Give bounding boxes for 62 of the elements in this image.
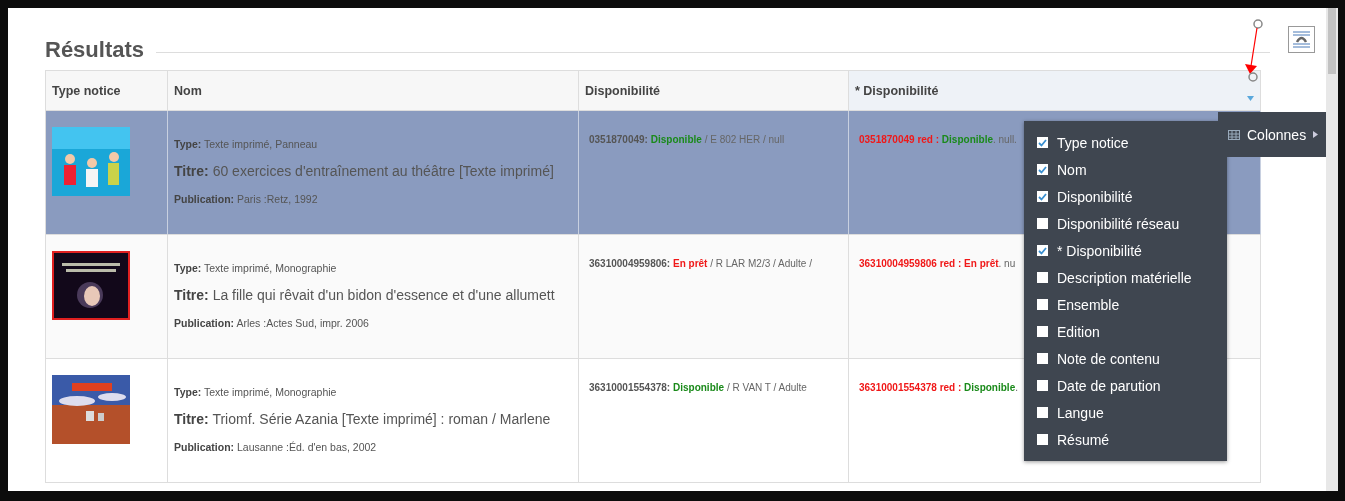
column-header[interactable]: Type notice — [46, 71, 168, 111]
column-option-label: Description matérielle — [1057, 269, 1192, 286]
annotation-arrow-drawing — [1243, 19, 1263, 82]
scrollbar[interactable] — [1326, 8, 1338, 491]
column-header[interactable]: Nom — [168, 71, 579, 111]
checkbox[interactable] — [1037, 326, 1048, 337]
results-heading: Résultats — [45, 37, 145, 63]
text-wrap-icon[interactable] — [1288, 26, 1315, 53]
availability-text: 36310001554378 red : Disponible. — [859, 382, 1018, 393]
checkbox[interactable] — [1037, 407, 1048, 418]
column-option[interactable]: Nom — [1024, 156, 1087, 183]
column-header[interactable]: * Disponibilité — [849, 71, 1261, 111]
title-line: Titre: La fille qui rêvait d'un bidon d'essence et d'une allumett — [174, 287, 556, 303]
column-option[interactable]: Disponibilité réseau — [1024, 210, 1180, 237]
column-option[interactable]: Type notice — [1024, 129, 1129, 156]
availability-text: 36310004959806: En prêt / R LAR M2/3 / Adulte / — [589, 258, 812, 269]
type-line: Type: Texte imprimé, Monographie — [174, 262, 338, 274]
checkbox[interactable] — [1037, 218, 1048, 229]
column-option[interactable]: Edition — [1024, 318, 1100, 345]
column-option[interactable]: Disponibilité — [1024, 183, 1133, 210]
column-option-label: Type notice — [1057, 134, 1129, 151]
column-option[interactable]: Ensemble — [1024, 291, 1120, 318]
column-option-label: * Disponibilité — [1057, 242, 1142, 259]
column-option-label: Disponibilité réseau — [1057, 215, 1180, 232]
checkbox[interactable] — [1037, 353, 1048, 364]
column-option-label: Nom — [1057, 161, 1087, 178]
publication-line: Publication: Paris :Retz, 1992 — [174, 193, 319, 205]
checkbox[interactable] — [1037, 137, 1048, 148]
column-option[interactable]: * Disponibilité — [1024, 237, 1142, 264]
availability-text: 0351870049 red : Disponible. null. — [859, 134, 1017, 145]
publication-line: Publication: Arles :Actes Sud, impr. 2006 — [174, 317, 370, 329]
checkbox[interactable] — [1037, 434, 1048, 445]
title-line: Titre: Triomf. Série Azania [Texte imprimé] : roman / Marlene — [174, 411, 552, 427]
checkbox[interactable] — [1037, 299, 1048, 310]
checkbox[interactable] — [1037, 191, 1048, 202]
type-line: Type: Texte imprimé, Monographie — [174, 386, 338, 398]
column-header[interactable]: Disponibilité — [579, 71, 849, 111]
column-option[interactable]: Description matérielle — [1024, 264, 1192, 291]
column-option-label: Ensemble — [1057, 296, 1120, 313]
availability-text: 0351870049: Disponible / E 802 HER / null — [589, 134, 785, 145]
column-option-label: Edition — [1057, 323, 1100, 340]
column-option[interactable]: Résumé — [1024, 426, 1110, 453]
column-option-label: Langue — [1057, 404, 1104, 421]
columns-icon — [1228, 129, 1240, 140]
column-option-label: Disponibilité — [1057, 188, 1133, 205]
column-option[interactable]: Note de contenu — [1024, 345, 1160, 372]
column-option[interactable]: Date de parution — [1024, 372, 1161, 399]
column-option-label: Résumé — [1057, 431, 1110, 448]
checkbox[interactable] — [1037, 272, 1048, 283]
sort-arrow-icon — [1247, 96, 1254, 101]
column-option-label: Note de contenu — [1057, 350, 1160, 367]
caret-icon — [1313, 131, 1319, 138]
checkbox[interactable] — [1037, 380, 1048, 391]
column-option[interactable]: Langue — [1024, 399, 1104, 426]
checkbox[interactable] — [1037, 164, 1048, 175]
availability-text: 36310001554378: Disponible / R VAN T / Adulte — [589, 382, 807, 393]
publication-line: Publication: Lausanne :Éd. d'en bas, 2002 — [174, 441, 378, 453]
title-line: Titre: 60 exercices d'entraînement au théâtre [Texte imprimé] — [174, 163, 555, 179]
type-line: Type: Texte imprimé, Panneau — [174, 138, 319, 150]
column-option-label: Date de parution — [1057, 377, 1161, 394]
availability-text: 36310004959806 red : En prêt. nu — [859, 258, 1016, 269]
checkbox[interactable] — [1037, 245, 1048, 256]
